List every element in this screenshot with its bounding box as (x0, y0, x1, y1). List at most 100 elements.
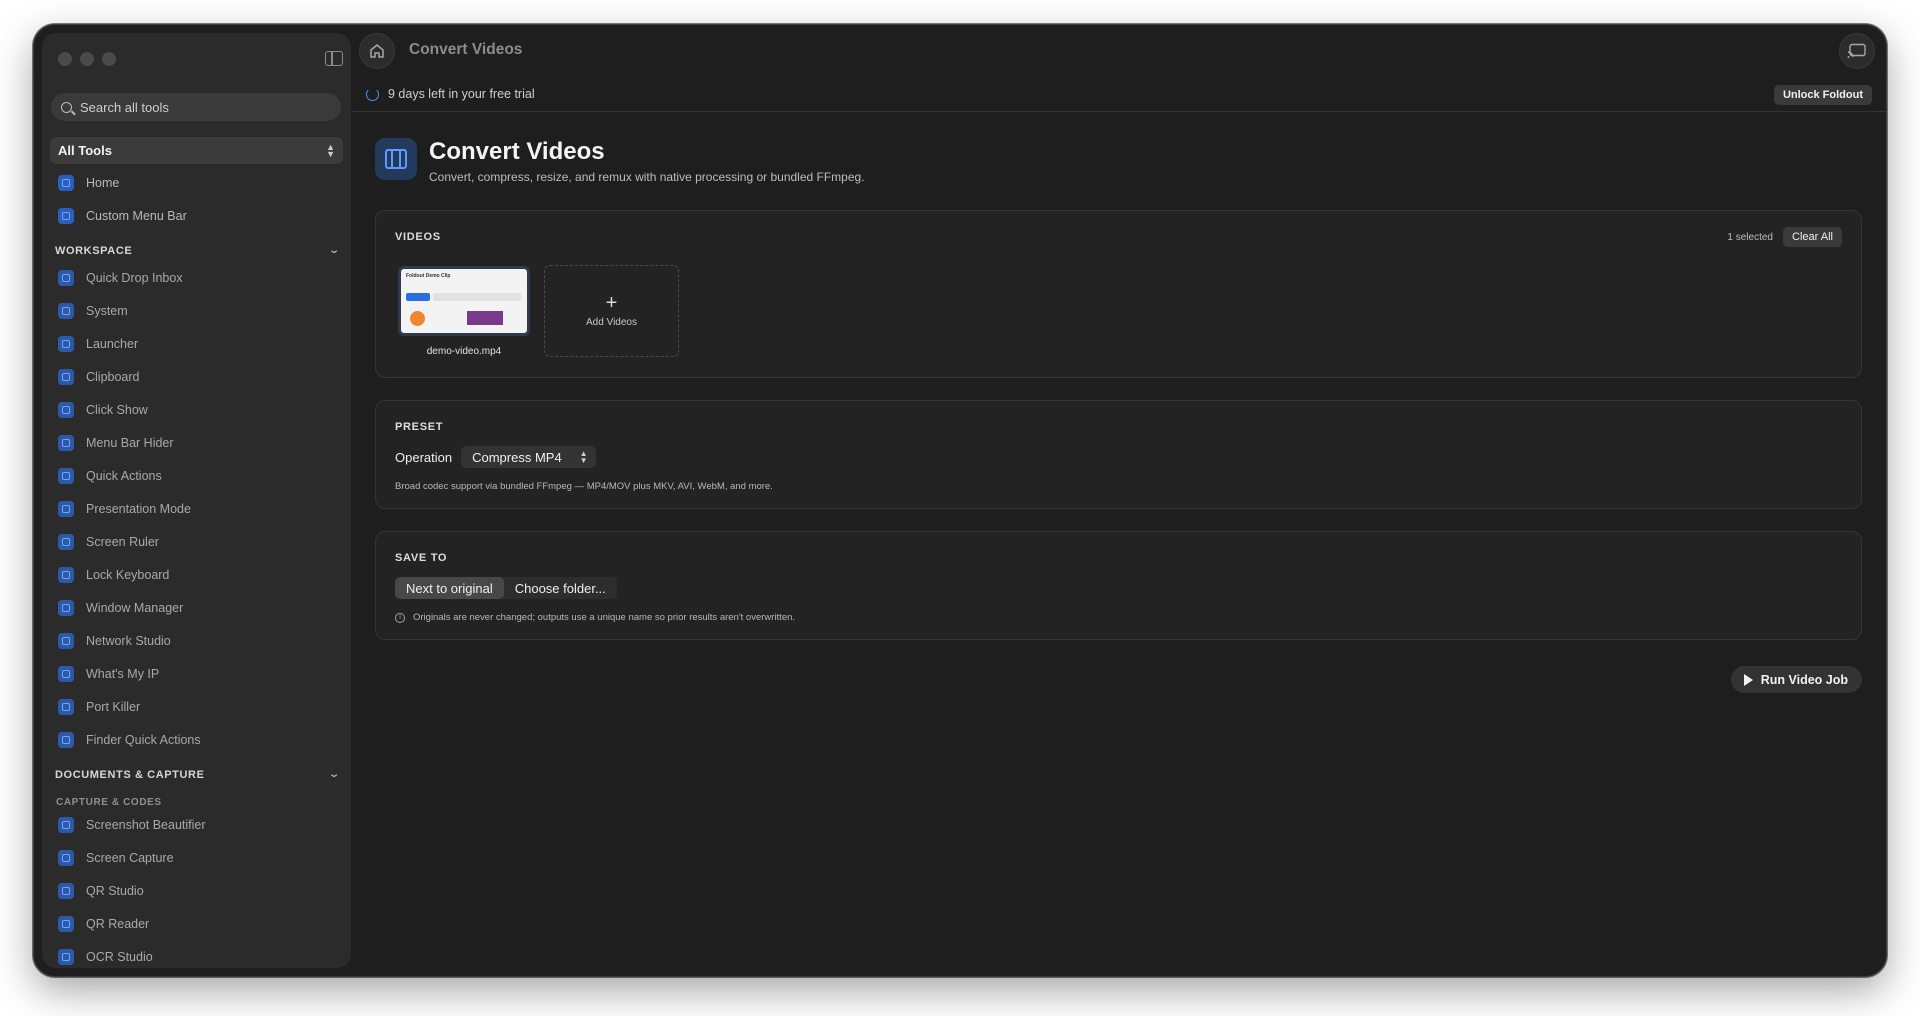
sidebar-item-network-studio[interactable]: Network Studio (42, 624, 351, 657)
save-note-text: Originals are never changed; outputs use… (413, 612, 796, 623)
sidebar: All Tools ▲▼ Home Custom Menu Bar WORKSP… (42, 33, 351, 968)
sidebar-item-system[interactable]: System (42, 294, 351, 327)
sparkles-icon (58, 467, 74, 484)
subsection-header-capture-codes: CAPTURE & CODES (56, 797, 162, 808)
sidebar-item-whats-my-ip[interactable]: What's My IP (42, 657, 351, 690)
codec-hint: Broad codec support via bundled FFmpeg —… (395, 481, 773, 492)
window-title: Convert Videos (409, 41, 523, 58)
next-to-original-option[interactable]: Next to original (395, 577, 504, 599)
screenshot-icon (58, 816, 74, 833)
operation-value: Compress MP4 (472, 449, 562, 465)
sidebar-item-custom-menu-bar[interactable]: Custom Menu Bar (42, 199, 351, 232)
sidebar-item-screen-capture[interactable]: Screen Capture (42, 841, 351, 874)
section-header-documents-capture[interactable]: DOCUMENTS & CAPTURE ⌄ (42, 756, 351, 785)
sidebar-item-launcher[interactable]: Launcher (42, 327, 351, 360)
zoom-window-button[interactable] (102, 52, 116, 66)
section-header-workspace[interactable]: WORKSPACE ⌄ (42, 232, 351, 261)
operation-select[interactable]: Compress MP4 ▲ ▼ (461, 446, 596, 468)
sidebar-item-label: Screen Ruler (86, 534, 159, 549)
sidebar-item-label: Click Show (86, 402, 148, 417)
cast-button[interactable] (1839, 33, 1875, 69)
minimize-window-button[interactable] (80, 52, 94, 66)
window-icon (58, 599, 74, 616)
home-icon (370, 44, 384, 58)
trial-banner: 9 days left in your free trial Unlock Fo… (351, 77, 1886, 112)
network-icon (58, 632, 74, 649)
sidebar-item-ocr-studio[interactable]: OCR Studio (42, 940, 351, 968)
sidebar-item-screenshot-beautifier[interactable]: Screenshot Beautifier (42, 808, 351, 841)
scope-select[interactable]: All Tools ▲ ▼ (50, 137, 343, 164)
run-label: Run Video Job (1760, 672, 1848, 687)
sidebar-item-qr-reader[interactable]: QR Reader (42, 907, 351, 940)
sidebar-item-click-show[interactable]: Click Show (42, 393, 351, 426)
inbox-icon (58, 269, 74, 286)
close-window-button[interactable] (58, 52, 72, 66)
menubar-hide-icon (58, 434, 74, 451)
run-video-job-button[interactable]: Run Video Job (1730, 666, 1862, 693)
add-videos-label: Add Videos (586, 317, 637, 328)
sidebar-item-label: OCR Studio (86, 949, 153, 964)
sidebar-item-clipboard[interactable]: Clipboard (42, 360, 351, 393)
sidebar-item-label: Custom Menu Bar (86, 208, 187, 223)
plus-icon: + (605, 292, 618, 314)
home-button[interactable] (359, 33, 395, 69)
video-thumbnail[interactable]: Foldout Demo Clip (398, 266, 530, 336)
titlebar: Convert Videos (351, 25, 1886, 77)
sidebar-item-finder-quick-actions[interactable]: Finder Quick Actions (42, 723, 351, 756)
add-videos-button[interactable]: + Add Videos (544, 265, 679, 357)
sidebar-toggle-icon[interactable] (325, 51, 343, 66)
videos-label: VIDEOS (395, 231, 441, 243)
clear-all-button[interactable]: Clear All (1783, 227, 1842, 247)
gear-icon (58, 731, 74, 748)
sidebar-item-port-killer[interactable]: Port Killer (42, 690, 351, 723)
chevron-down-icon: ⌄ (328, 769, 341, 780)
sidebar-item-label: Screen Capture (86, 850, 174, 865)
globe-icon (58, 665, 74, 682)
sidebar-item-label: Port Killer (86, 699, 141, 714)
sidebar-item-label: Window Manager (86, 600, 184, 615)
qr-icon (58, 882, 74, 899)
window-controls (58, 52, 116, 66)
system-icon (58, 302, 74, 319)
choose-folder-option[interactable]: Choose folder... (504, 577, 617, 599)
command-icon (58, 335, 74, 352)
sidebar-item-label: Presentation Mode (86, 501, 191, 516)
search-input[interactable] (80, 99, 310, 115)
sidebar-item-label: Menu Bar Hider (86, 435, 174, 450)
sidebar-item-label: System (86, 303, 128, 318)
sidebar-item-menu-bar-hider[interactable]: Menu Bar Hider (42, 426, 351, 459)
play-icon (1743, 673, 1753, 686)
unlock-button[interactable]: Unlock Foldout (1773, 85, 1872, 105)
sidebar-item-lock-keyboard[interactable]: Lock Keyboard (42, 558, 351, 591)
sidebar-item-quick-drop-inbox[interactable]: Quick Drop Inbox (42, 261, 351, 294)
sidebar-item-quick-actions[interactable]: Quick Actions (42, 459, 351, 492)
preset-card: PRESET Operation Compress MP4 ▲ ▼ Broad c… (375, 400, 1862, 509)
video-item[interactable]: Foldout Demo Clip demo-video.mp4 (398, 266, 530, 357)
sidebar-item-home[interactable]: Home (42, 166, 351, 199)
section-title: DOCUMENTS & CAPTURE (55, 768, 205, 781)
ocr-icon (58, 948, 74, 965)
sidebar-item-screen-ruler[interactable]: Screen Ruler (42, 525, 351, 558)
save-location-segmented: Next to original Choose folder... (395, 577, 617, 599)
tool-content: Convert Videos Convert, compress, resize… (375, 112, 1862, 693)
trial-clock-icon (366, 87, 379, 101)
scope-select-value: All Tools (58, 143, 112, 158)
qr-scan-icon (58, 915, 74, 932)
page-subtitle: Convert, compress, resize, and remux wit… (429, 170, 865, 184)
sidebar-item-label: What's My IP (86, 666, 160, 681)
videos-card: VIDEOS 1 selected Clear All Foldout Demo… (375, 210, 1862, 378)
sidebar-item-window-manager[interactable]: Window Manager (42, 591, 351, 624)
sidebar-item-label: QR Reader (86, 916, 150, 931)
sidebar-item-label: Launcher (86, 336, 139, 351)
app-window: All Tools ▲▼ Home Custom Menu Bar WORKSP… (33, 24, 1887, 977)
presentation-icon (58, 500, 74, 517)
trial-text: 9 days left in your free trial (388, 87, 535, 101)
updown-chevron-icon: ▲ ▼ (579, 449, 588, 465)
sidebar-item-presentation-mode[interactable]: Presentation Mode (42, 492, 351, 525)
operation-label: Operation (395, 449, 453, 465)
save-note: i Originals are never changed; outputs u… (395, 612, 795, 623)
search-field[interactable] (51, 93, 341, 121)
info-icon: i (395, 612, 405, 623)
page-title: Convert Videos (429, 138, 605, 165)
sidebar-item-qr-studio[interactable]: QR Studio (42, 874, 351, 907)
